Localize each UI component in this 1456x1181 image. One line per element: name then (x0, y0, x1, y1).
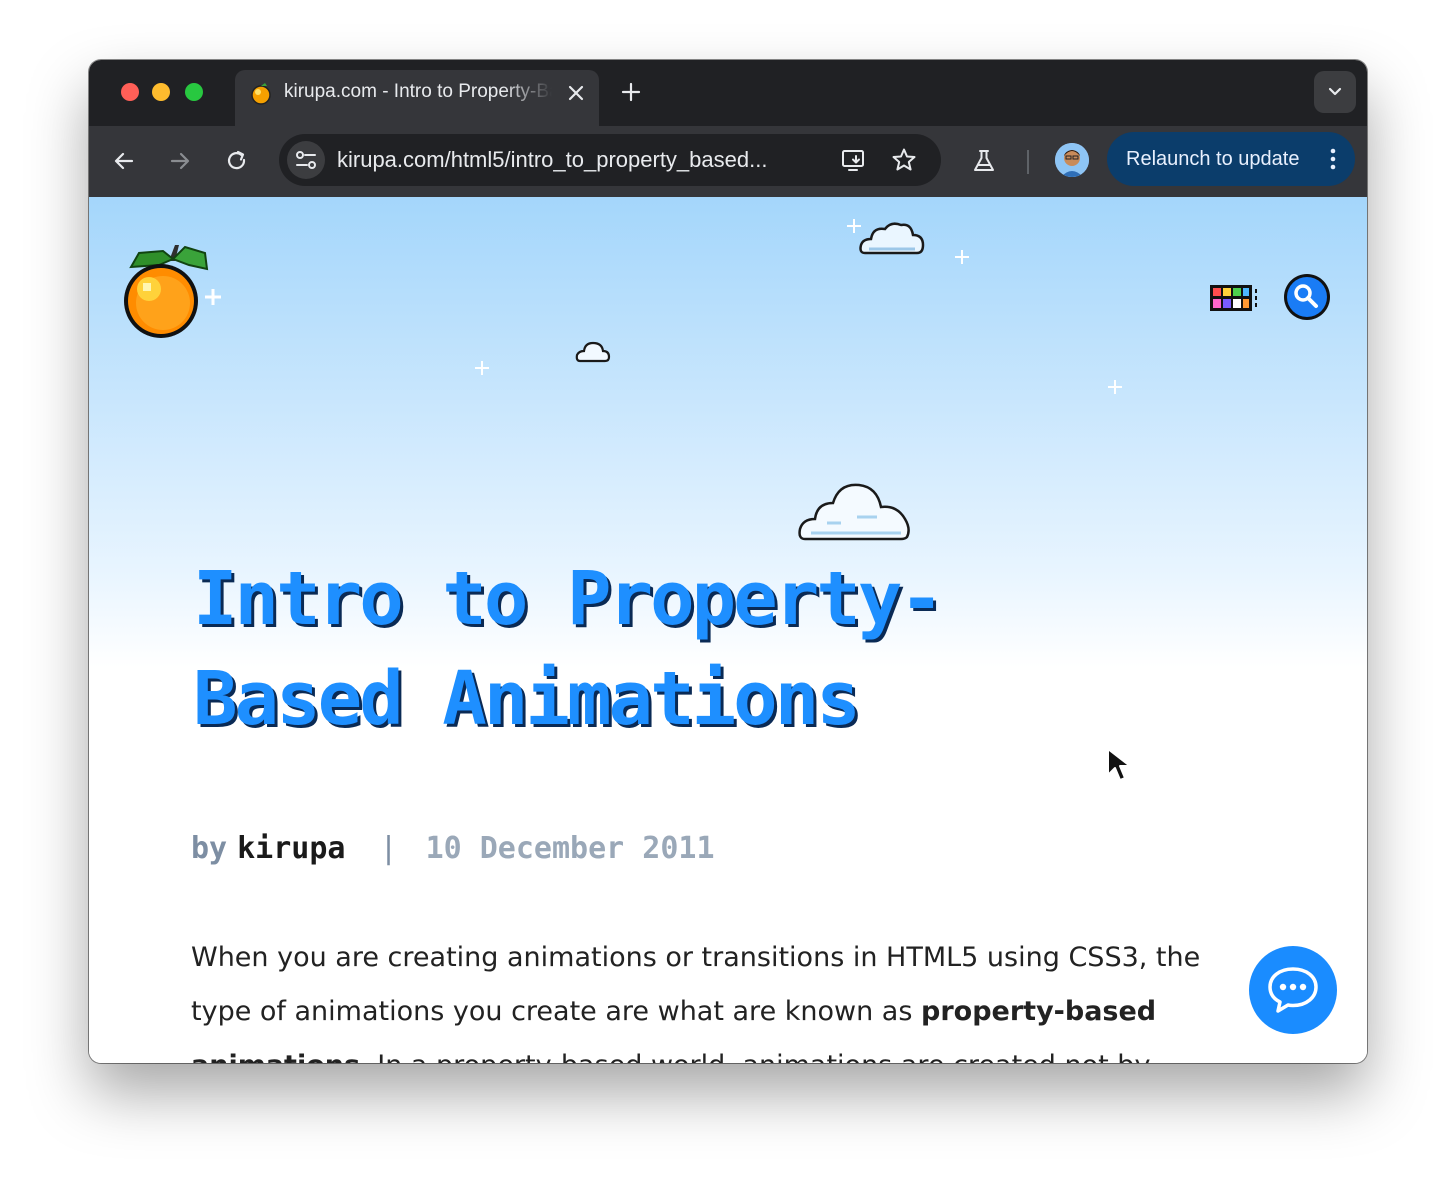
tab-strip: kirupa.com - Intro to Property-Based Ani… (89, 60, 1367, 126)
close-icon[interactable] (565, 82, 587, 104)
author-link[interactable]: kirupa (237, 831, 345, 866)
address-bar[interactable]: kirupa.com/html5/intro_to_property_based… (279, 134, 941, 186)
install-app-icon[interactable] (841, 147, 867, 173)
url-text[interactable]: kirupa.com/html5/intro_to_property_based… (337, 147, 807, 173)
article-paragraph: When you are creating animations or tran… (191, 931, 1231, 1063)
byline-by: by (191, 831, 228, 866)
chat-button[interactable] (1249, 946, 1337, 1034)
search-icon[interactable] (1283, 273, 1331, 321)
zoom-window-button[interactable] (185, 83, 203, 101)
star-icon[interactable] (891, 147, 917, 173)
browser-toolbar: kirupa.com/html5/intro_to_property_based… (89, 126, 1367, 197)
profile-avatar[interactable] (1055, 143, 1089, 177)
web-page: Intro to Property-Based Animations by kir… (89, 197, 1367, 1063)
chat-icon (1268, 967, 1318, 1013)
site-info-button[interactable] (287, 141, 325, 179)
relaunch-button[interactable]: Relaunch to update (1107, 132, 1355, 186)
toolbar-divider (1027, 150, 1029, 174)
page-title: Intro to Property-Based Animations (193, 556, 944, 742)
sparkle-icon (1108, 380, 1122, 394)
cloud-icon (798, 483, 910, 541)
tab-title: kirupa.com - Intro to Property-Based Ani… (284, 81, 552, 102)
forward-arrow-icon[interactable] (167, 148, 193, 174)
browser-tab[interactable]: kirupa.com - Intro to Property-Based Ani… (235, 70, 599, 126)
tab-search-button[interactable] (1314, 71, 1356, 113)
article-text-continued: . In a property-based world, animations … (360, 1050, 1150, 1063)
byline-separator: | (379, 831, 398, 866)
cloud-icon (859, 222, 925, 255)
kirupa-orange-logo[interactable] (123, 239, 223, 343)
color-grid-icon[interactable] (1209, 283, 1259, 313)
mouse-cursor (1107, 748, 1131, 781)
publish-date: 10 December 2011 (425, 831, 715, 866)
more-vertical-icon[interactable] (1329, 147, 1337, 171)
close-window-button[interactable] (121, 83, 139, 101)
plus-icon[interactable] (619, 80, 643, 104)
minimize-window-button[interactable] (152, 83, 170, 101)
cloud-icon (575, 341, 611, 363)
byline: by kirupa | 10 December 2011 (191, 829, 715, 869)
relaunch-label: Relaunch to update (1126, 148, 1300, 170)
labs-flask-icon[interactable] (971, 148, 997, 174)
kirupa-favicon-icon (251, 83, 271, 105)
site-settings-icon (296, 151, 316, 169)
sparkle-icon (475, 361, 489, 375)
back-arrow-icon[interactable] (111, 148, 137, 174)
reload-icon[interactable] (224, 148, 250, 174)
chevron-down-icon (1328, 87, 1342, 96)
sparkle-icon (955, 250, 969, 264)
browser-window: kirupa.com - Intro to Property-Based Ani… (89, 60, 1367, 1063)
profile-avatar-icon (1055, 143, 1089, 177)
